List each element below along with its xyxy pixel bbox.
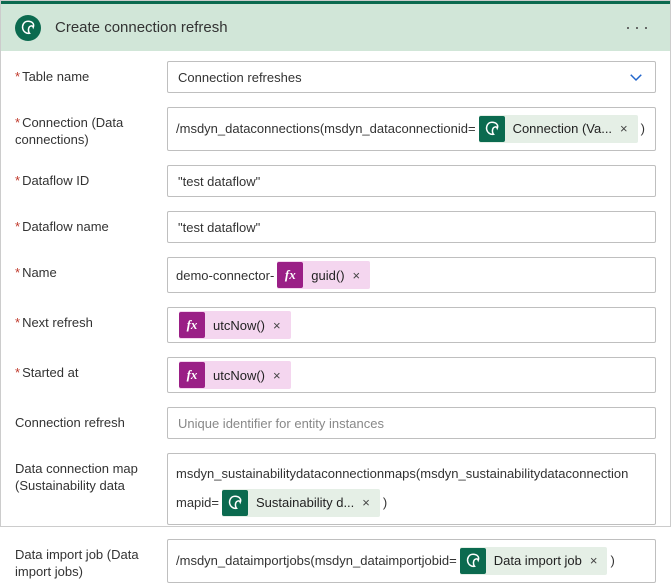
started-at-input[interactable]: fx utcNow() × (167, 357, 656, 393)
label-connection-refresh: Connection refresh (15, 407, 167, 432)
dataflow-name-input[interactable]: "test dataflow" (167, 211, 656, 243)
app-logo-icon (15, 15, 41, 41)
label-connection: *Connection (Data connections) (15, 107, 167, 149)
remove-chip-icon[interactable]: × (358, 489, 374, 517)
label-data-import-job: Data import job (Data import jobs) (15, 539, 167, 581)
connection-refresh-input[interactable]: Unique identifier for entity instances (167, 407, 656, 439)
name-input[interactable]: demo-connector- fx guid() × (167, 257, 656, 293)
label-next-refresh: *Next refresh (15, 307, 167, 332)
fx-icon: fx (277, 262, 303, 288)
row-data-connection-map: Data connection map (Sustainability data… (15, 453, 656, 525)
remove-chip-icon[interactable]: × (269, 318, 285, 333)
next-refresh-input[interactable]: fx utcNow() × (167, 307, 656, 343)
form-body: *Table name Connection refreshes *Connec… (1, 51, 670, 583)
utcnow-expression-chip[interactable]: fx utcNow() × (179, 311, 291, 339)
label-dataflow-name: *Dataflow name (15, 211, 167, 236)
row-dataflow-name: *Dataflow name "test dataflow" (15, 211, 656, 243)
connection-icon (460, 548, 486, 574)
fx-icon: fx (179, 362, 205, 388)
guid-expression-chip[interactable]: fx guid() × (277, 261, 370, 289)
remove-chip-icon[interactable]: × (349, 268, 365, 283)
data-import-job-input[interactable]: /msdyn_dataimportjobs(msdyn_dataimportjo… (167, 539, 656, 583)
table-name-value: Connection refreshes (178, 70, 302, 85)
remove-chip-icon[interactable]: × (616, 115, 632, 143)
data-connection-map-input[interactable]: msdyn_sustainabilitydataconnectionmaps(m… (167, 453, 656, 525)
table-name-select[interactable]: Connection refreshes (167, 61, 656, 93)
label-started-at: *Started at (15, 357, 167, 382)
connection-token-chip[interactable]: Connection (Va... × (479, 115, 638, 143)
connection-icon (222, 490, 248, 516)
row-next-refresh: *Next refresh fx utcNow() × (15, 307, 656, 343)
row-dataflow-id: *Dataflow ID "test dataflow" (15, 165, 656, 197)
dialog-header: Create connection refresh ··· (1, 1, 670, 51)
row-table-name: *Table name Connection refreshes (15, 61, 656, 93)
label-dataflow-id: *Dataflow ID (15, 165, 167, 190)
dialog-title: Create connection refresh (55, 19, 621, 36)
row-name: *Name demo-connector- fx guid() × (15, 257, 656, 293)
utcnow-expression-chip[interactable]: fx utcNow() × (179, 361, 291, 389)
row-connection-refresh: Connection refresh Unique identifier for… (15, 407, 656, 439)
row-started-at: *Started at fx utcNow() × (15, 357, 656, 393)
label-data-connection-map: Data connection map (Sustainability data (15, 453, 167, 495)
row-data-import-job: Data import job (Data import jobs) /msdy… (15, 539, 656, 583)
data-import-job-token-chip[interactable]: Data import job × (460, 547, 608, 575)
dataflow-id-input[interactable]: "test dataflow" (167, 165, 656, 197)
more-menu-button[interactable]: ··· (621, 13, 656, 42)
connection-expression-input[interactable]: /msdyn_dataconnections(msdyn_dataconnect… (167, 107, 656, 151)
label-table-name: *Table name (15, 61, 167, 86)
remove-chip-icon[interactable]: × (586, 547, 602, 575)
remove-chip-icon[interactable]: × (269, 368, 285, 383)
fx-icon: fx (179, 312, 205, 338)
label-name: *Name (15, 257, 167, 282)
row-connection: *Connection (Data connections) /msdyn_da… (15, 107, 656, 151)
connection-icon (479, 116, 505, 142)
chevron-down-icon (627, 68, 645, 86)
sustainability-token-chip[interactable]: Sustainability d... × (222, 489, 380, 517)
